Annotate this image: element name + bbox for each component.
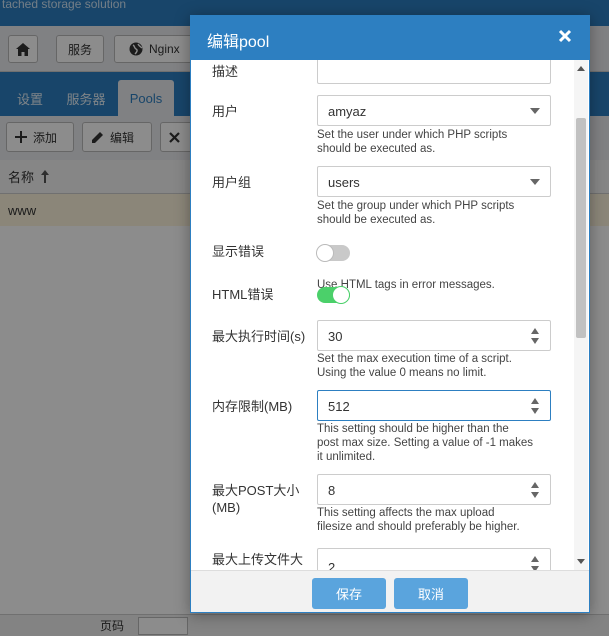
stepper-icon[interactable] [530, 396, 540, 416]
post-max-input[interactable]: 8 [317, 474, 551, 505]
post-max-label-unit: (MB) [212, 500, 241, 515]
upload-max-label: 最大上传文件大 [212, 552, 304, 567]
max-exec-time-hint-2: Using the value 0 means no limit. [317, 367, 487, 379]
cancel-button[interactable]: 取消 [394, 578, 468, 609]
scrollbar[interactable] [574, 60, 588, 570]
memory-limit-input[interactable]: 512 [317, 390, 551, 421]
user-value: amyaz [328, 104, 367, 119]
scroll-up-arrow-icon[interactable] [577, 66, 585, 71]
memory-limit-value: 512 [328, 399, 350, 414]
group-select[interactable]: users [317, 166, 551, 197]
upload-max-value: 2 [328, 560, 336, 570]
display-errors-label: 显示错误 [212, 244, 265, 259]
user-hint-2: should be executed as. [317, 143, 436, 155]
dialog-body[interactable]: 描述 用户 amyaz Set the user under which PHP… [191, 60, 589, 570]
save-button[interactable]: 保存 [312, 578, 386, 609]
description-input[interactable] [317, 60, 551, 84]
user-label: 用户 [212, 104, 239, 119]
description-label: 描述 [212, 64, 239, 79]
html-errors-toggle[interactable] [317, 286, 350, 304]
max-exec-time-label: 最大执行时间(s) [212, 329, 306, 344]
group-hint-2: should be executed as. [317, 214, 436, 226]
stepper-icon[interactable] [530, 480, 540, 500]
user-hint: Set the user under which PHP scripts [317, 129, 508, 141]
upload-max-input[interactable]: 2 [317, 548, 551, 570]
cancel-button-label: 取消 [417, 587, 444, 602]
stepper-icon[interactable] [530, 554, 540, 570]
chevron-down-icon [530, 108, 540, 114]
scroll-down-arrow-icon[interactable] [577, 559, 585, 564]
close-icon[interactable] [557, 28, 573, 44]
post-max-hint-2: filesize and should preferably be higher… [317, 521, 520, 533]
max-exec-time-hint: Set the max execution time of a script. [317, 353, 512, 365]
toggle-knob [316, 244, 334, 262]
dialog-title: 编辑pool [207, 34, 270, 51]
chevron-down-icon [530, 179, 540, 185]
html-errors-hint: Use HTML tags in error messages. [317, 279, 495, 291]
memory-limit-hint: This setting should be higher than the [317, 423, 509, 435]
dialog-footer: 保存 取消 [191, 570, 589, 612]
stepper-icon[interactable] [530, 326, 540, 346]
max-exec-time-input[interactable]: 30 [317, 320, 551, 351]
group-label: 用户组 [212, 175, 252, 190]
post-max-value: 8 [328, 483, 336, 498]
post-max-hint: This setting affects the max upload [317, 507, 495, 519]
max-exec-time-value: 30 [328, 329, 343, 344]
user-select[interactable]: amyaz [317, 95, 551, 126]
scrollbar-thumb[interactable] [576, 118, 586, 338]
memory-limit-hint-2: post max size. Setting a value of -1 mak… [317, 437, 534, 449]
group-hint: Set the group under which PHP scripts [317, 200, 515, 212]
memory-limit-hint-3: it unlimited. [317, 451, 376, 463]
display-errors-toggle[interactable] [316, 244, 350, 262]
toggle-knob [332, 286, 350, 304]
memory-limit-label: 内存限制(MB) [212, 399, 293, 414]
html-errors-label: HTML错误 [212, 287, 274, 302]
save-button-label: 保存 [335, 587, 362, 602]
group-value: users [328, 175, 360, 190]
dialog-titlebar: 编辑pool [191, 16, 589, 60]
post-max-label: 最大POST大小 [212, 483, 300, 498]
edit-pool-dialog: 编辑pool 描述 用户 amyaz Set the user under wh… [190, 15, 590, 613]
